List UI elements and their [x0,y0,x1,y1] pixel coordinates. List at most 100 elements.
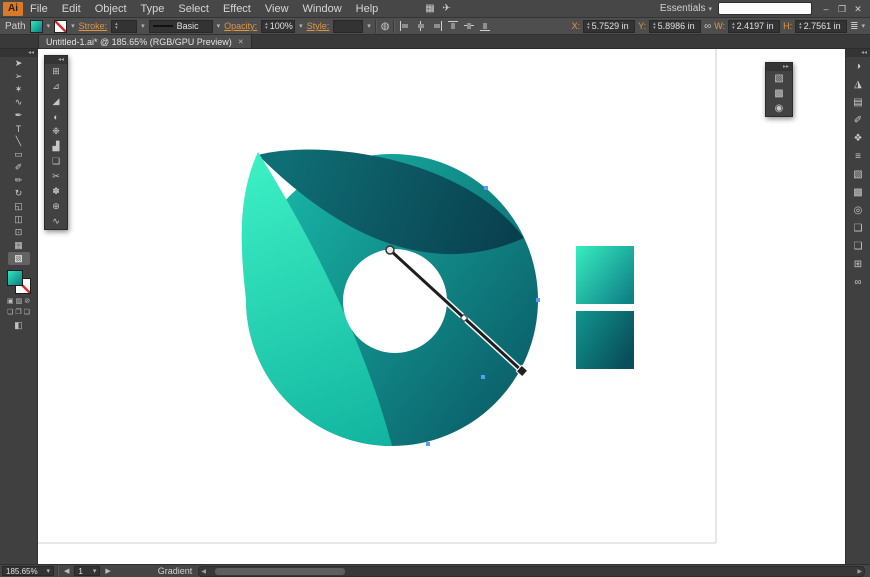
mesh-tool[interactable]: ▦ [8,239,30,252]
workspace-switcher[interactable]: Essentials ▾ [660,3,712,14]
width-tool[interactable]: ◫ [8,213,30,226]
align-middle-icon[interactable] [463,20,475,32]
color-mode-button[interactable]: ▣ [7,297,14,305]
menu-effect[interactable]: Effect [216,0,258,18]
restore-button[interactable]: ❐ [834,0,850,18]
scrollbar-thumb[interactable] [215,568,345,575]
transparency-panel-icon[interactable]: ▩ [848,183,869,201]
layers-panel-icon[interactable]: ❏ [848,237,869,255]
lasso-tool[interactable]: ∿ [8,96,30,109]
arrange-documents-caret-icon[interactable]: ▾ [431,5,435,13]
anchor-point[interactable] [481,375,485,379]
blend-tool[interactable]: ◐ [45,109,67,124]
screen-mode-button[interactable]: ◧ [14,320,23,331]
gradient-mode-button[interactable]: ▨ [16,297,23,305]
swatches-panel-icon[interactable]: ▤ [848,93,869,111]
stroke-weight-stepper[interactable]: ▴▾ [115,22,118,30]
menu-select[interactable]: Select [171,0,216,18]
gradient-annotator-start-handle[interactable] [386,246,394,254]
close-button[interactable]: ✕ [850,0,866,18]
rectangle-tool[interactable]: ▭ [8,148,30,161]
artboards-panel-icon[interactable]: ⊞ [848,255,869,273]
selection-tool[interactable]: ➤ [8,57,30,70]
panel-menu-icon[interactable]: ≣ [850,21,858,32]
style-caret-icon[interactable]: ▾ [367,22,371,30]
transparency-panel-icon[interactable]: ▩ [768,86,790,101]
opacity-caret-icon[interactable]: ▾ [299,22,303,30]
x-field[interactable]: ▴▾ 5.7529 in [583,20,635,33]
line-segment-tool[interactable]: ╲ [8,135,30,148]
opacity-link[interactable]: Opacity: [224,21,257,31]
gradient-panel-icon[interactable]: ▧ [848,165,869,183]
gradient-square-top[interactable] [576,246,634,304]
pen-tool[interactable]: ✒ [8,109,30,122]
menu-edit[interactable]: Edit [55,0,88,18]
free-transform-tool[interactable]: ⊡ [8,226,30,239]
fill-caret-icon[interactable]: ▾ [47,22,51,30]
menu-object[interactable]: Object [88,0,134,18]
next-artboard-button[interactable]: ▶ [103,567,112,575]
menu-type[interactable]: Type [134,0,172,18]
align-left-icon[interactable] [399,20,411,32]
dock-collapse-icon[interactable]: ◂◂ [846,49,870,57]
stroke-weight-field[interactable]: ▴▾ [111,20,137,33]
zoom-dropdown[interactable]: 185.65% ▾ [2,566,54,576]
canvas[interactable] [38,49,845,564]
w-stepper[interactable]: ▴▾ [732,22,735,30]
align-center-icon[interactable] [415,20,427,32]
align-right-icon[interactable] [431,20,443,32]
y-field[interactable]: ▴▾ 5.8986 in [649,20,701,33]
gradient-square-bottom[interactable] [576,311,634,369]
links-panel-icon[interactable]: ∞ [848,273,869,291]
tab-close-icon[interactable]: ✕ [238,38,244,46]
h-field[interactable]: ▴▾ 2.7561 in [795,20,847,33]
none-mode-button[interactable]: ⊘ [24,297,30,305]
brushes-panel-icon[interactable]: ✐ [848,111,869,129]
direct-selection-tool[interactable]: ➢ [8,70,30,83]
draw-normal-button[interactable]: ❏ [7,308,13,316]
h-stepper[interactable]: ▴▾ [799,22,802,30]
stroke-color-swatch[interactable] [54,20,67,33]
anchor-point[interactable] [426,442,430,446]
document-tab[interactable]: Untitled-1.ai* @ 185.65% (RGB/GPU Previe… [38,35,252,48]
align-top-icon[interactable] [447,20,459,32]
scale-tool[interactable]: ◱ [8,200,30,213]
type-tool[interactable]: T [8,122,30,135]
hand-tool[interactable]: ✽ [45,184,67,199]
anchor-point[interactable] [484,186,488,190]
stroke-caret-icon[interactable]: ▾ [71,22,75,30]
pencil-tool[interactable]: ✏ [8,174,30,187]
fill-color-swatch[interactable] [30,20,43,33]
secondary-tools-collapse-icon[interactable]: ◂◂ [45,56,67,64]
recolor-artwork-icon[interactable]: ◍ [381,21,390,32]
menu-help[interactable]: Help [349,0,386,18]
prev-artboard-button[interactable]: ◀ [62,567,71,575]
panel-menu-caret-icon[interactable]: ▾ [861,22,865,30]
eyedropper-tool[interactable]: ◢ [45,94,67,109]
align-bottom-icon[interactable] [479,20,491,32]
stroke-weight-caret-icon[interactable]: ▾ [141,22,145,30]
curvature-tool[interactable]: ∿ [45,214,67,229]
collapsed-panel-expand-icon[interactable]: ▸▸ [766,63,792,71]
draw-inside-button[interactable]: ❑ [24,308,30,316]
menu-window[interactable]: Window [296,0,349,18]
constrain-link-icon[interactable]: ∞ [704,21,711,32]
scroll-left-icon[interactable]: ◀ [199,568,208,575]
menu-view[interactable]: View [258,0,296,18]
share-icon[interactable]: ✈ [442,3,450,14]
symbol-sprayer-tool[interactable]: ❉ [45,124,67,139]
artboard-field[interactable]: 1 ▾ [74,566,100,576]
shape-builder-tool[interactable]: ⊞ [45,64,67,79]
opacity-stepper[interactable]: ▴▾ [265,22,268,30]
magic-wand-tool[interactable]: ✶ [8,83,30,96]
style-dropdown[interactable] [333,20,363,33]
zoom-tool[interactable]: ⊕ [45,199,67,214]
rotate-tool[interactable]: ↻ [8,187,30,200]
gradient-panel-icon[interactable]: ▧ [768,71,790,86]
scroll-right-icon[interactable]: ▶ [855,568,864,575]
brush-definition-dropdown[interactable]: Basic [149,20,213,33]
app-search-input[interactable] [718,2,812,15]
opacity-field[interactable]: ▴▾ 100% [261,20,295,33]
color-panel-icon[interactable]: ◑ [848,57,869,75]
brush-caret-icon[interactable]: ▾ [217,22,221,30]
